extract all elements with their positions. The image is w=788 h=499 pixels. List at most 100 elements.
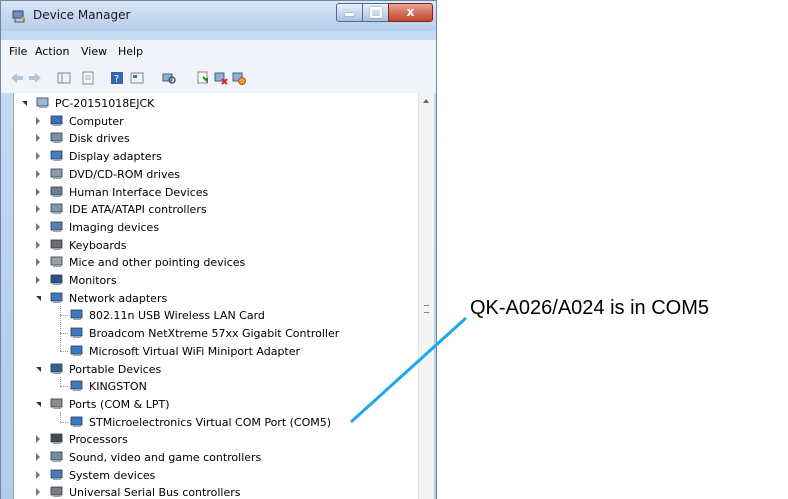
usb-icon [50, 486, 63, 498]
tree-item-label: Network adapters [69, 291, 168, 305]
vertical-scrollbar[interactable] [418, 93, 434, 499]
expand-toggle-icon[interactable] [36, 187, 40, 196]
tree-item-label: Mice and other pointing devices [69, 256, 246, 270]
tree-item-label: PC-20151018EJCK [55, 97, 155, 110]
expand-toggle-icon[interactable] [36, 276, 40, 284]
minimize-button[interactable] [336, 3, 363, 22]
view-icon[interactable] [129, 70, 145, 86]
minimize-icon [345, 13, 354, 16]
keyboard-icon [50, 239, 63, 250]
sound-icon [50, 451, 63, 462]
menu-file[interactable]: File [9, 45, 27, 58]
tree-item-label: Keyboards [69, 238, 127, 252]
expand-toggle-icon[interactable] [36, 240, 40, 249]
network-adapter-icon [50, 292, 63, 303]
maximize-button[interactable] [362, 3, 389, 22]
tree-item-label: Microsoft Virtual WiFi Miniport Adapter [89, 344, 301, 358]
disk-drive-icon [50, 132, 63, 144]
help-icon[interactable]: ? [109, 70, 125, 86]
device-icon [70, 327, 83, 339]
expand-toggle-icon[interactable] [36, 488, 40, 497]
expand-toggle-icon[interactable] [36, 401, 41, 407]
update-driver-icon[interactable] [195, 70, 211, 86]
title-bar[interactable]: Device Manager x [1, 1, 436, 31]
computer-root-icon [36, 97, 49, 108]
imaging-icon [50, 221, 63, 232]
dvd-drive-icon [50, 168, 63, 179]
expand-toggle-icon[interactable] [36, 134, 40, 143]
disable-icon[interactable] [231, 70, 247, 86]
device-manager-icon [12, 10, 25, 23]
monitor-icon [50, 274, 63, 285]
close-button[interactable]: x [388, 3, 433, 22]
device-manager-window: Device Manager x File Action View Help ?… [0, 0, 437, 499]
tree-item-label: Display adapters [69, 150, 162, 164]
tree-item-label: Disk drives [69, 132, 130, 146]
show-hide-tree-icon[interactable] [56, 70, 72, 86]
expand-toggle-icon[interactable] [36, 116, 40, 125]
ide-controller-icon [50, 203, 63, 215]
expand-toggle-icon[interactable] [36, 205, 40, 214]
expand-toggle-icon[interactable] [36, 152, 40, 161]
tree-item-label: Imaging devices [69, 220, 160, 234]
device-tree[interactable]: PC-20151018EJCK Computer Disk drives Displa… [13, 93, 434, 499]
processor-icon [50, 433, 63, 445]
expand-toggle-icon[interactable] [22, 101, 27, 106]
scan-hardware-icon[interactable] [161, 70, 177, 86]
tree-item-label: Universal Serial Bus controllers [69, 486, 241, 499]
tree-connector [60, 386, 68, 388]
properties-icon[interactable] [80, 70, 96, 86]
toolbar: ? [1, 62, 436, 94]
expand-toggle-icon[interactable] [36, 366, 41, 372]
expand-toggle-icon[interactable] [36, 258, 40, 267]
tree-item-label: Portable Devices [69, 362, 162, 376]
maximize-icon [369, 7, 382, 18]
device-icon [70, 416, 83, 427]
tree-item-label: Monitors [69, 274, 117, 287]
device-icon [70, 380, 83, 392]
scroll-grip-icon[interactable] [424, 305, 429, 313]
window-title: Device Manager [33, 8, 131, 22]
tree-item-label: DVD/CD-ROM drives [69, 167, 180, 181]
menu-bar: File Action View Help [1, 40, 436, 62]
back-icon[interactable] [9, 70, 25, 86]
mouse-icon [50, 256, 63, 268]
tree-item-label: IDE ATA/ATAPI controllers [69, 203, 207, 217]
portable-device-icon [50, 363, 63, 374]
tree-item-label: Processors [69, 433, 128, 447]
uninstall-icon[interactable] [213, 70, 229, 86]
menu-help[interactable]: Help [118, 45, 143, 58]
expand-toggle-icon[interactable] [36, 222, 40, 231]
tree-item-label: Human Interface Devices [69, 185, 209, 199]
tree-item-label: System devices [69, 468, 156, 482]
menu-action[interactable]: Action [35, 45, 69, 58]
hid-icon [50, 186, 63, 197]
device-icon [70, 345, 83, 356]
annotation-label: QK-A026/A024 is in COM5 [470, 297, 709, 319]
tree-connector [60, 411, 61, 422]
expand-toggle-icon[interactable] [36, 295, 41, 301]
computer-icon [50, 115, 63, 126]
tree-item-label: Ports (COM & LPT) [69, 397, 170, 411]
tree-item-label: Broadcom NetXtreme 57xx Gigabit Controll… [89, 327, 340, 341]
tree-connector [60, 350, 68, 352]
svg-text:?: ? [114, 74, 119, 85]
expand-toggle-icon[interactable] [36, 435, 40, 444]
expand-toggle-icon[interactable] [36, 453, 40, 461]
tree-connector [60, 333, 68, 335]
menu-view[interactable]: View [81, 45, 107, 58]
forward-icon[interactable] [27, 70, 43, 86]
expand-toggle-icon[interactable] [36, 470, 40, 479]
tree-item-label: STMicroelectronics Virtual COM Port (COM… [89, 415, 332, 429]
scroll-up-icon[interactable] [423, 99, 429, 103]
expand-toggle-icon[interactable] [36, 169, 40, 178]
tree-connector [60, 305, 61, 351]
tree-connector [60, 315, 68, 317]
tree-item-label: Sound, video and game controllers [69, 451, 262, 464]
tree-item-label: 802.11n USB Wireless LAN Card [89, 309, 265, 323]
device-icon [70, 309, 83, 321]
display-adapter-icon [50, 150, 63, 162]
tree-item-label: Computer [69, 114, 124, 128]
system-device-icon [50, 469, 63, 480]
close-icon: x [406, 5, 415, 19]
